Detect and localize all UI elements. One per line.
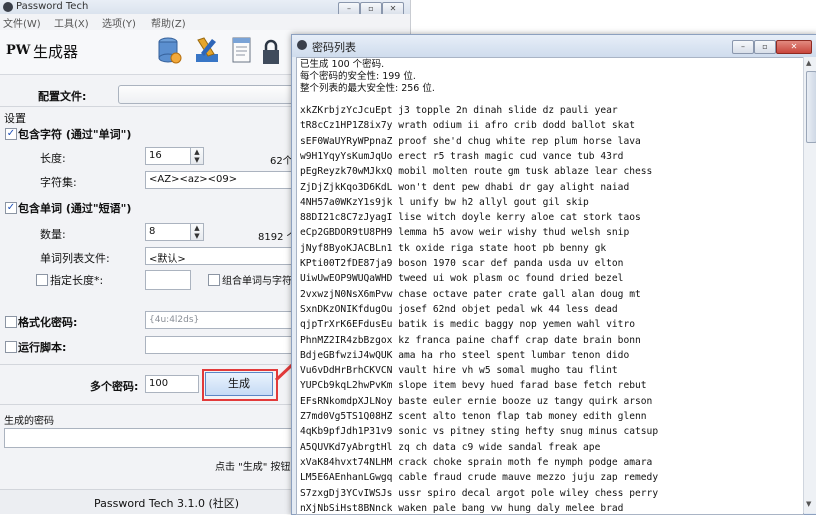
count-label: 数量:: [40, 228, 66, 241]
menu-help[interactable]: 帮助(Z): [151, 15, 186, 30]
password-row[interactable]: 4NH57a0WKzY1s9jk l unify bw h2 allyl gou…: [300, 197, 589, 209]
menu-bar: 文件(W) 工具(X) 选项(Y) 帮助(Z): [0, 14, 410, 31]
vertical-scrollbar[interactable]: ▲ ▼: [803, 57, 816, 513]
password-row[interactable]: Z7md0Vg5TS1Q08HZ scent alto tenon flap t…: [300, 411, 647, 423]
document-icon[interactable]: [231, 36, 253, 66]
password-row[interactable]: w9H1YqyYsKumJqUo erect r5 trash magic cu…: [300, 151, 623, 163]
menu-file[interactable]: 文件(W): [3, 15, 41, 30]
database-icon[interactable]: [158, 36, 182, 66]
divider: [0, 106, 300, 107]
list-maximize-button[interactable]: ▫: [754, 40, 776, 54]
menu-options[interactable]: 选项(Y): [102, 15, 136, 30]
password-row[interactable]: pEgReyzk70wMJkxQ mobil molten route gm t…: [300, 166, 652, 178]
password-row[interactable]: PhnMZ2IR4zbBzgox kz franca paine chaff c…: [300, 335, 641, 347]
password-row[interactable]: tR8cCz1HP1Z8ix7y wrath odium ii afro cri…: [300, 120, 635, 132]
specify-length-label: 指定长度*:: [50, 274, 104, 287]
password-row[interactable]: sEF0WaUYRyWPpnaZ proof she'd chug white …: [300, 136, 641, 148]
count-stepper[interactable]: ▲ ▼: [190, 223, 204, 241]
count-input[interactable]: 8: [145, 223, 191, 241]
charset-input[interactable]: <AZ><az><09>: [145, 171, 307, 189]
password-row[interactable]: jNyf8ByoKJACBLn1 tk oxide riga state hoo…: [300, 243, 606, 255]
password-list-text[interactable]: 已生成 100 个密码. 每个密码的安全性: 199 位. 整个列表的最大安全性…: [296, 57, 804, 515]
password-list-window: 密码列表 – ▫ ✕ 已生成 100 个密码. 每个密码的安全性: 199 位.…: [291, 34, 816, 515]
script-label: 运行脚本:: [18, 341, 67, 354]
specify-length-checkbox[interactable]: [36, 274, 48, 286]
password-row[interactable]: LM5E6AEnhanLGwgq cable fraud crude mauve…: [300, 472, 658, 484]
include-words-label: 包含单词 (通过"短语"): [18, 202, 132, 215]
wordlist-label: 单词列表文件:: [40, 252, 110, 265]
password-row[interactable]: Vu6vDdHrBrhCKVCN vault hire vh w5 somal …: [300, 365, 618, 377]
generated-output[interactable]: [4, 428, 304, 448]
title-bar: Password Tech – ▫ ✕: [0, 0, 410, 16]
length-input[interactable]: 16: [145, 147, 191, 165]
password-row[interactable]: UiwUwEOP9WUQaWHD tweed ui wok plasm oc f…: [300, 273, 623, 285]
lock-icon[interactable]: [262, 38, 280, 66]
combine-checkbox[interactable]: [208, 274, 220, 286]
password-row[interactable]: 88DI21c8C7zJyagI lise witch doyle kerry …: [300, 212, 641, 224]
settings-label: 设置: [4, 112, 26, 125]
app-logo-icon: [3, 2, 13, 12]
password-row[interactable]: YUPCb9kqL2hwPvKm slope item bevy hued fa…: [300, 380, 647, 392]
include-words-checkbox[interactable]: ✓: [5, 202, 17, 214]
list-close-button[interactable]: ✕: [776, 40, 812, 54]
password-row[interactable]: A5QUVKd7yAbrgtHl zq ch data c9 wide sand…: [300, 442, 600, 454]
summary-line: 已生成 100 个密码.: [300, 59, 385, 70]
version-label: Password Tech 3.1.0 (社区): [94, 497, 240, 510]
highlight-box: [202, 369, 278, 401]
multi-label: 多个密码:: [90, 380, 139, 393]
generated-label: 生成的密码: [4, 416, 54, 427]
password-row[interactable]: EFsRNkomdpXJLNoy baste euler ernie booze…: [300, 396, 652, 408]
password-row[interactable]: S7zxgDj3YCvIWSJs ussr spiro decal argot …: [300, 488, 658, 500]
length-stepper[interactable]: ▲ ▼: [190, 147, 204, 165]
wordlist-input[interactable]: <默认>: [145, 247, 307, 265]
app-logo-icon: [297, 40, 307, 50]
format-label: 格式化密码:: [18, 316, 78, 329]
length-info: 62个: [270, 156, 293, 167]
list-title-bar: 密码列表 – ▫ ✕: [292, 35, 816, 57]
password-row[interactable]: xkZKrbjzYcJcuEpt j3 topple 2n dinah slid…: [300, 105, 618, 117]
summary-line: 每个密码的安全性: 199 位.: [300, 71, 416, 82]
list-window-title: 密码列表: [312, 41, 356, 54]
scroll-down-icon[interactable]: ▼: [806, 500, 811, 508]
scroll-up-icon[interactable]: ▲: [806, 59, 811, 67]
password-row[interactable]: KPti00T2fDE87ja9 boson 1970 scar def pan…: [300, 258, 623, 270]
include-chars-checkbox[interactable]: ✓: [5, 128, 17, 140]
password-row[interactable]: ZjDjZjkKqo3D6KdL won't dent pew dhabi dr…: [300, 182, 629, 194]
length-label: 长度:: [40, 152, 66, 165]
password-row[interactable]: 4qKb9pfJdh1P31v9 sonic vs pitney sting h…: [300, 426, 658, 438]
divider: [0, 364, 300, 365]
specify-length-input[interactable]: [145, 270, 191, 290]
profile-label: 配置文件:: [38, 90, 87, 103]
format-checkbox[interactable]: [5, 316, 17, 328]
password-row[interactable]: eCp2GBDOR9tU8PH9 lemma h5 avow weir wish…: [300, 227, 629, 239]
multi-input[interactable]: 100: [145, 375, 199, 393]
tools-icon[interactable]: [194, 36, 220, 66]
app-logo: PW: [6, 43, 31, 58]
scroll-thumb[interactable]: [806, 71, 816, 143]
include-chars-label: 包含字符 (通过"单词"): [18, 128, 132, 141]
divider: [0, 404, 300, 405]
summary-line: 整个列表的最大安全性: 256 位.: [300, 83, 435, 94]
password-row[interactable]: BdjeGBfwziJ4wQUK ama ha rho steel spent …: [300, 350, 629, 362]
charset-label: 字符集:: [40, 176, 77, 189]
password-row[interactable]: 2vxwzjN0NsX6mPvw chase octave pater crat…: [300, 289, 641, 301]
window-title: Password Tech: [16, 1, 89, 12]
script-checkbox[interactable]: [5, 341, 17, 353]
password-row[interactable]: SxnDKzONIKfdugOu josef 62nd objet pedal …: [300, 304, 618, 316]
hint-text: 点击 "生成" 按钮: [215, 462, 291, 473]
app-heading: 生成器: [33, 43, 79, 61]
list-minimize-button[interactable]: –: [732, 40, 754, 54]
menu-tools[interactable]: 工具(X): [54, 15, 89, 30]
password-row[interactable]: qjpTrXrK6EFdusEu batik is medic baggy no…: [300, 319, 635, 331]
profile-select[interactable]: [118, 85, 320, 104]
password-row[interactable]: xVaK84hvxt74NLHM crack choke sprain moth…: [300, 457, 652, 469]
